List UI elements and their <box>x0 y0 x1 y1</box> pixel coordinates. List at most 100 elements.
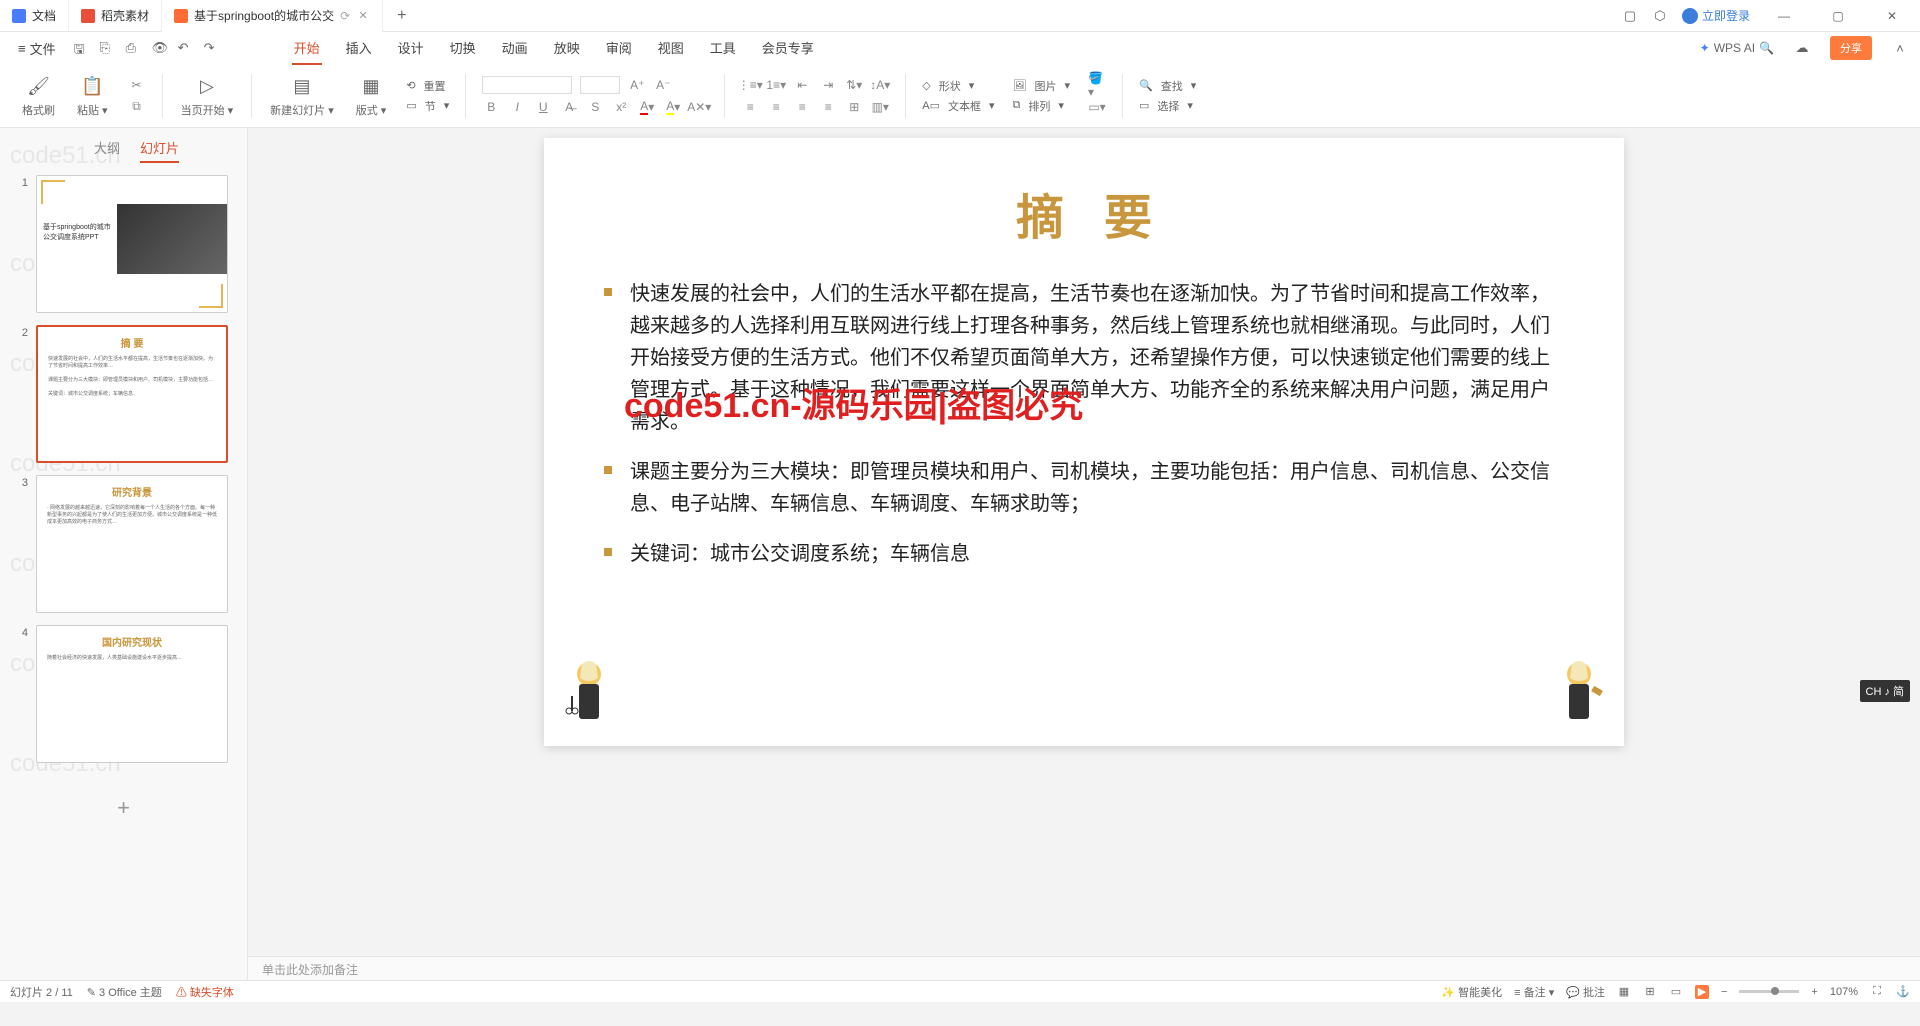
section-button[interactable]: ▭节 ▾ <box>406 98 449 114</box>
linespacing-button[interactable]: ⇅▾ <box>845 76 863 94</box>
picture-button[interactable]: 🖼图片 ▾ <box>1013 78 1071 94</box>
find-button[interactable]: 🔍查找 ▾ <box>1139 78 1196 94</box>
undo-icon[interactable]: ↶ <box>178 40 194 56</box>
superscript-button[interactable]: x² <box>612 98 630 116</box>
close-window-button[interactable]: ✕ <box>1872 2 1912 30</box>
new-slide-button[interactable]: ▤新建幻灯片 ▾ <box>262 74 342 118</box>
tab-review[interactable]: 审阅 <box>604 32 634 65</box>
font-size-select[interactable] <box>580 76 620 94</box>
collapse-ribbon-icon[interactable]: ˄ <box>1892 40 1908 56</box>
cut-icon[interactable]: ✂ <box>128 76 146 94</box>
tab-daoke[interactable]: 稻壳素材 <box>69 0 162 32</box>
theme-status[interactable]: ✎ 3 Office 主题 <box>87 984 162 1000</box>
add-slide-button[interactable]: + <box>14 775 233 841</box>
from-current-button[interactable]: ▷当页开始 ▾ <box>173 74 242 118</box>
zoom-slider[interactable] <box>1739 990 1799 993</box>
paste-button[interactable]: 📋粘贴 ▾ <box>69 74 116 118</box>
notes-input[interactable]: 单击此处添加备注 <box>248 956 1920 980</box>
print-icon[interactable]: ⎙ <box>126 40 142 56</box>
align-left-button[interactable]: ≡ <box>741 98 759 116</box>
zoom-level[interactable]: 107% <box>1830 986 1858 998</box>
tab-transition[interactable]: 切换 <box>448 32 478 65</box>
copy-icon[interactable]: ⧉ <box>128 98 146 116</box>
cloud-icon[interactable]: ☁ <box>1794 40 1810 56</box>
tab-animation[interactable]: 动画 <box>500 32 530 65</box>
thumb-1[interactable]: 基于springboot的城市公交调度系统PPT <box>36 175 228 313</box>
font-shrink-icon[interactable]: A⁻ <box>654 76 672 94</box>
align-center-button[interactable]: ≡ <box>767 98 785 116</box>
columns-button[interactable]: ▥▾ <box>871 98 889 116</box>
comments-toggle[interactable]: 💬 批注 <box>1566 984 1605 1000</box>
bold-button[interactable]: B <box>482 98 500 116</box>
fit-screen-icon[interactable]: ⛶ <box>1870 985 1884 999</box>
normal-view-icon[interactable]: ▦ <box>1617 985 1631 999</box>
outline-color-button[interactable]: ▭▾ <box>1088 98 1106 116</box>
login-button[interactable]: 立即登录 <box>1682 7 1750 24</box>
slide-canvas[interactable]: 摘要 快速发展的社会中，人们的生活水平都在提高，生活节奏也在逐渐加快。为了节省时… <box>544 138 1624 746</box>
numbering-button[interactable]: 1≡▾ <box>767 76 785 94</box>
bullets-button[interactable]: ⋮≡▾ <box>741 76 759 94</box>
zoom-out-button[interactable]: − <box>1721 986 1727 998</box>
thumbs-list: 1基于springboot的城市公交调度系统PPT 2摘 要快速发展的社会中，人… <box>0 169 247 980</box>
font-grow-icon[interactable]: A⁺ <box>628 76 646 94</box>
export-icon[interactable]: ⎘ <box>100 40 116 56</box>
wps-ai-button[interactable]: ✦WPS AI🔍 <box>1700 41 1774 55</box>
slideshow-view-icon[interactable]: ▶ <box>1695 985 1709 999</box>
font-color-button[interactable]: A▾ <box>638 98 656 116</box>
tab-view[interactable]: 视图 <box>656 32 686 65</box>
tab-slideshow[interactable]: 放映 <box>552 32 582 65</box>
tab-tools[interactable]: 工具 <box>708 32 738 65</box>
tab-start[interactable]: 开始 <box>292 32 322 65</box>
beautify-button[interactable]: ✨ 智能美化 <box>1441 984 1502 1000</box>
strike-button[interactable]: A̶ <box>560 98 578 116</box>
distribute-button[interactable]: ⊞ <box>845 98 863 116</box>
reading-view-icon[interactable]: ▭ <box>1669 985 1683 999</box>
window-icon[interactable]: ▢ <box>1622 8 1638 24</box>
tab-member[interactable]: 会员专享 <box>760 32 816 65</box>
redo-icon[interactable]: ↷ <box>204 40 220 56</box>
highlight-button[interactable]: A▾ <box>664 98 682 116</box>
indent-dec-button[interactable]: ⇤ <box>793 76 811 94</box>
shape-button[interactable]: ◇形状 ▾ <box>922 78 994 94</box>
more-icon[interactable]: ⚓ <box>1896 985 1910 999</box>
reset-button[interactable]: ⟲重置 <box>406 78 449 94</box>
add-tab-button[interactable]: + <box>383 7 420 25</box>
format-painter-button[interactable]: 🖌格式刷 <box>14 74 63 118</box>
share-button[interactable]: 分享 <box>1830 36 1872 60</box>
bullet-icon <box>604 288 612 296</box>
text-direction-button[interactable]: ↕A▾ <box>871 76 889 94</box>
sorter-view-icon[interactable]: ⊞ <box>1643 985 1657 999</box>
maximize-button[interactable]: ▢ <box>1818 2 1858 30</box>
arrange-button[interactable]: ⧉排列 ▾ <box>1013 98 1071 114</box>
thumb-3[interactable]: 研究背景· 网络发展的越来越迅速，它深刻的影响着每一个人生活的各个方面。每一种新… <box>36 475 228 613</box>
preview-icon[interactable]: 👁 <box>152 40 168 56</box>
select-button[interactable]: ▭选择 ▾ <box>1139 98 1196 114</box>
close-icon[interactable]: ✕ <box>356 9 370 23</box>
minimize-button[interactable]: — <box>1764 2 1804 30</box>
strike2-button[interactable]: S <box>586 98 604 116</box>
align-right-button[interactable]: ≡ <box>793 98 811 116</box>
cube-icon[interactable]: ⬡ <box>1652 8 1668 24</box>
thumb-4[interactable]: 国内研究现状随着社会经济的快速发展，人类基础设施建设水平逐步提高… <box>36 625 228 763</box>
align-justify-button[interactable]: ≡ <box>819 98 837 116</box>
font-family-select[interactable] <box>482 76 572 94</box>
notes-toggle[interactable]: ≡ 备注 ▾ <box>1514 984 1554 1000</box>
indent-inc-button[interactable]: ⇥ <box>819 76 837 94</box>
italic-button[interactable]: I <box>508 98 526 116</box>
tab-docs[interactable]: 文档 <box>0 0 69 32</box>
missing-font-status[interactable]: ⚠ 缺失字体 <box>176 984 234 1000</box>
tab-insert[interactable]: 插入 <box>344 32 374 65</box>
tab-current[interactable]: 基于springboot的城市公交⟳✕ <box>162 0 383 32</box>
fill-color-button[interactable]: 🪣▾ <box>1088 76 1106 94</box>
save-icon[interactable]: 🖫 <box>74 40 90 56</box>
thumb-2[interactable]: 摘 要快速发展的社会中，人们的生活水平都在提高，生活节奏也在逐渐加快。为了节省时… <box>36 325 228 463</box>
layout-button[interactable]: ▦版式 ▾ <box>348 74 395 118</box>
zoom-in-button[interactable]: + <box>1811 986 1817 998</box>
slides-tab[interactable]: 幻灯片 <box>140 138 179 163</box>
underline-button[interactable]: U <box>534 98 552 116</box>
textbox-button[interactable]: A▭文本框 ▾ <box>922 98 994 114</box>
file-menu[interactable]: ≡文件 <box>12 39 62 58</box>
outline-tab[interactable]: 大纲 <box>94 138 120 163</box>
clear-format-button[interactable]: A✕▾ <box>690 98 708 116</box>
tab-design[interactable]: 设计 <box>396 32 426 65</box>
